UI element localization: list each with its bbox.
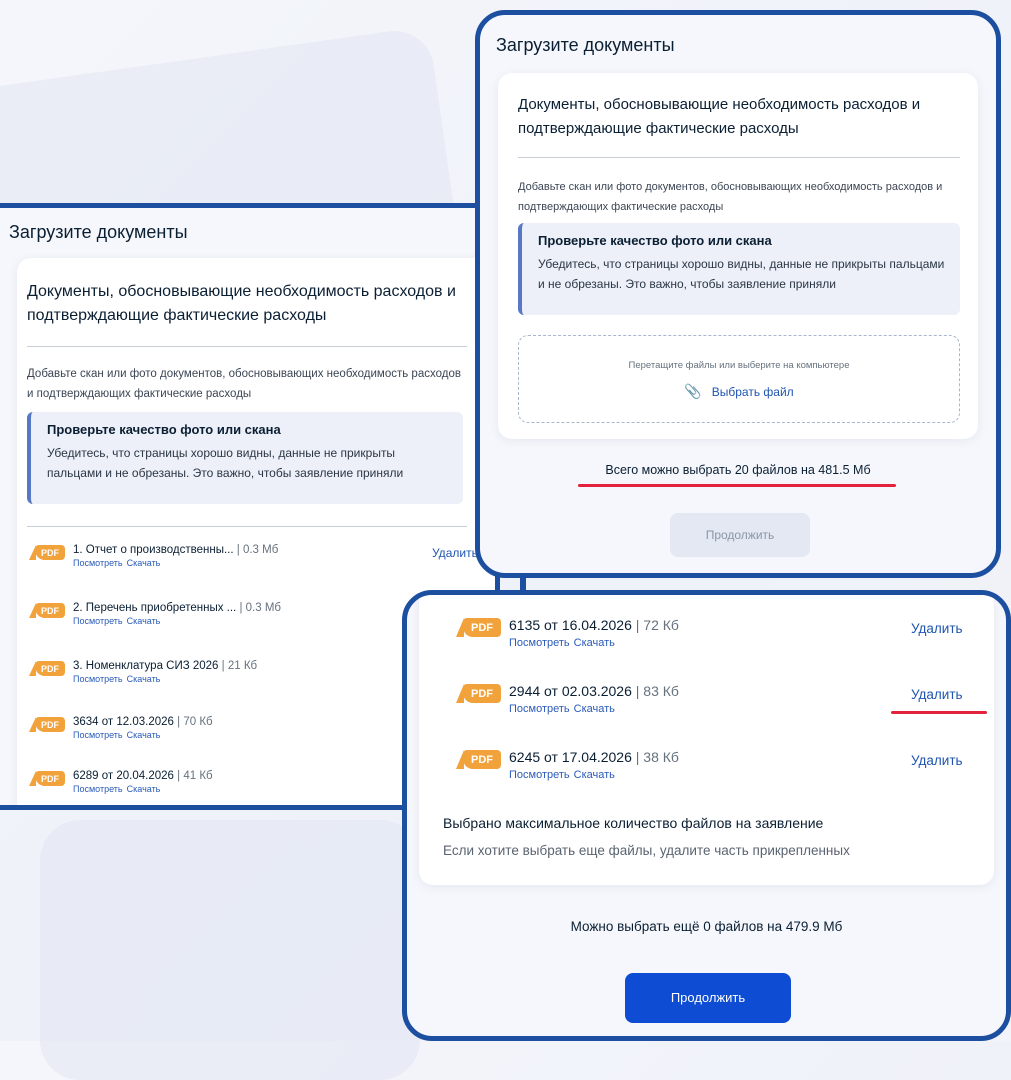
dropzone-hint: Перетащите файлы или выберите на компьют… [628, 360, 850, 371]
remaining-files: Можно выбрать ещё 0 файлов на 479.9 Мб [570, 919, 843, 934]
file-name: 6289 от 20.04.2026 [73, 770, 174, 782]
file-item: PDF 1. Отчет о производственны... | 0.3 … [29, 544, 279, 568]
delete-link[interactable]: Удалить [911, 621, 963, 636]
documents-subtitle: Документы, обосновывающие необходимость … [518, 96, 921, 137]
file-name: 3634 от 12.03.2026 [73, 716, 174, 728]
file-size: | 41 Кб [173, 770, 213, 782]
download-link[interactable]: Скачать [574, 703, 615, 715]
download-link[interactable]: Скачать [574, 769, 615, 781]
pdf-icon: PDF [456, 750, 501, 769]
view-link[interactable]: Посмотреть [73, 730, 123, 740]
view-link[interactable]: Посмотреть [509, 637, 570, 649]
divider [27, 526, 467, 527]
background-shape [40, 820, 420, 1080]
download-link[interactable]: Скачать [127, 784, 161, 794]
view-link[interactable]: Посмотреть [73, 616, 123, 626]
continue-button[interactable]: Продолжить [625, 973, 791, 1023]
quality-notice: Проверьте качество фото или скана Убедит… [27, 412, 463, 504]
file-size: | 38 Кб [631, 749, 679, 765]
paperclip-icon: 📎 [684, 383, 702, 399]
max-files-title: Выбрано максимальное количество файлов н… [443, 815, 824, 831]
file-name: 1. Отчет о производственны... [73, 544, 234, 556]
view-link[interactable]: Посмотреть [509, 703, 570, 715]
notice-text: Убедитесь, что страницы хорошо видны, да… [538, 257, 945, 291]
file-size: | 0.3 Мб [233, 544, 279, 556]
file-item: PDF 3634 от 12.03.2026 | 70 Кб Посмотрет… [29, 716, 213, 740]
file-name: 2. Перечень приобретенных ... [73, 602, 237, 614]
file-item: PDF 2. Перечень приобретенных ... | 0.3 … [29, 602, 281, 626]
max-files-text: Если хотите выбрать еще файлы, удалите ч… [443, 843, 850, 858]
documents-subtitle: Документы, обосновывающие необходимость … [27, 283, 456, 324]
notice-title: Проверьте качество фото или скана [47, 422, 281, 437]
file-size: | 21 Кб [218, 660, 258, 672]
quality-notice: Проверьте качество фото или скана Убедит… [518, 223, 960, 315]
panel-title: Загрузите документы [9, 222, 188, 242]
notice-text: Убедитесь, что страницы хорошо видны, да… [47, 446, 404, 480]
file-item: PDF 2944 от 02.03.2026 | 83 Кб Посмотрет… [456, 683, 679, 715]
choose-file-label: Выбрать файл [711, 384, 794, 399]
pdf-icon: PDF [29, 661, 65, 676]
documents-description: Добавьте скан или фото документов, обосн… [518, 181, 943, 213]
pdf-icon: PDF [29, 717, 65, 732]
file-item: PDF 6245 от 17.04.2026 | 38 Кб Посмотрет… [456, 749, 679, 781]
notice-title: Проверьте качество фото или скана [538, 233, 772, 248]
file-size: | 70 Кб [173, 716, 213, 728]
files-limit: Всего можно выбрать 20 файлов на 481.5 М… [605, 463, 871, 477]
bottom-files-panel: PDF 6135 от 16.04.2026 | 72 Кб Посмотрет… [402, 590, 1011, 1041]
top-upload-panel: Загрузите документы Документы, обосновыв… [475, 10, 1001, 578]
file-name: 6245 от 17.04.2026 [509, 749, 632, 765]
download-link[interactable]: Скачать [574, 637, 615, 649]
files-card: PDF 6135 от 16.04.2026 | 72 Кб Посмотрет… [419, 595, 994, 885]
download-link[interactable]: Скачать [127, 730, 161, 740]
file-name: 3. Номенклатура СИЗ 2026 [73, 660, 219, 672]
view-link[interactable]: Посмотреть [73, 674, 123, 684]
file-size: | 0.3 Мб [236, 602, 281, 614]
pdf-icon: PDF [29, 771, 65, 786]
pdf-icon: PDF [29, 603, 65, 618]
panel-title: Загрузите документы [496, 35, 675, 55]
file-dropzone[interactable]: Перетащите файлы или выберите на компьют… [518, 335, 960, 423]
divider [27, 346, 467, 347]
file-item: PDF 6289 от 20.04.2026 | 41 Кб Посмотрет… [29, 770, 213, 794]
view-link[interactable]: Посмотреть [509, 769, 570, 781]
download-link[interactable]: Скачать [127, 674, 161, 684]
divider [518, 157, 960, 158]
file-item: PDF 3. Номенклатура СИЗ 2026 | 21 Кб Пос… [29, 660, 258, 684]
delete-link[interactable]: Удалить [432, 546, 478, 560]
pdf-icon: PDF [456, 684, 501, 703]
choose-file-button[interactable]: 📎 Выбрать файл [684, 383, 793, 400]
download-link[interactable]: Скачать [127, 558, 161, 568]
download-link[interactable]: Скачать [127, 616, 161, 626]
view-link[interactable]: Посмотреть [73, 784, 123, 794]
delete-link[interactable]: Удалить [911, 687, 963, 702]
file-item: PDF 6135 от 16.04.2026 | 72 Кб Посмотрет… [456, 617, 679, 649]
file-size: | 72 Кб [631, 617, 679, 633]
delete-link[interactable]: Удалить [911, 753, 963, 768]
documents-card: Документы, обосновывающие необходимость … [498, 73, 978, 439]
pdf-icon: PDF [456, 618, 501, 637]
file-name: 2944 от 02.03.2026 [509, 683, 632, 699]
continue-button-disabled[interactable]: Продолжить [670, 513, 810, 557]
view-link[interactable]: Посмотреть [73, 558, 123, 568]
documents-description: Добавьте скан или фото документов, обосн… [27, 368, 461, 400]
pdf-icon: PDF [29, 545, 65, 560]
delete-highlight-line [891, 711, 987, 714]
limit-highlight-line [578, 484, 896, 487]
file-name: 6135 от 16.04.2026 [509, 617, 632, 633]
file-size: | 83 Кб [631, 683, 679, 699]
